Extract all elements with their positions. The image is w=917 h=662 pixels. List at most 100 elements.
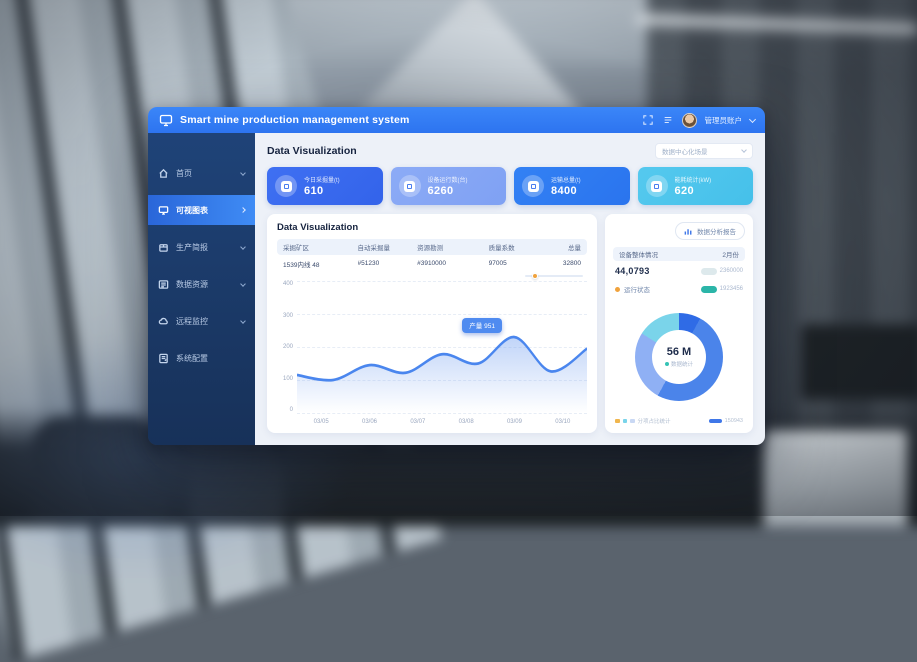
column-header: 自动采掘量: [358, 242, 418, 252]
summary-header-right: 2月份: [722, 249, 739, 259]
capsule-badge: [701, 268, 717, 275]
username-label[interactable]: 管理员账户: [705, 115, 743, 126]
sidebar-item-label: 可视图表: [176, 205, 234, 216]
legend-label: 分项占比统计: [638, 417, 671, 425]
stat-label: 能耗统计(kW): [675, 175, 712, 184]
bar-chart-icon: [684, 227, 693, 236]
stat-label: 运输总量(t): [551, 175, 581, 184]
monitor-icon: [158, 205, 169, 216]
main-content: Data Visualization 数据中心化场景 今日采掘量(t)610 设…: [255, 133, 765, 445]
filter-select-value: 数据中心化场景: [662, 146, 738, 156]
page-title: Data Visualization: [267, 145, 357, 157]
background-printer: [764, 431, 908, 527]
table-cell: #3910000: [417, 260, 489, 267]
sidebar-item-label: 首页: [176, 168, 234, 179]
mini-progress-slider[interactable]: [525, 273, 583, 279]
x-tick: 03/05: [314, 419, 329, 425]
summary-panel: 数据分析报告 设备整体情况 2月份 44,0793 2360000: [605, 214, 753, 433]
legend-label: 150943: [725, 418, 743, 424]
legend-swatch: [615, 419, 620, 424]
stat-card-extraction[interactable]: 今日采掘量(t)610: [267, 167, 383, 205]
cloud-icon: [158, 316, 169, 327]
toggle-badge[interactable]: [701, 286, 717, 293]
y-tick: 100: [277, 376, 293, 382]
chart-panel: Data Visualization 采掘矿区 自动采掘量 资源勘测 质量系数 …: [267, 214, 597, 433]
column-header: 质量系数: [489, 242, 537, 252]
summary-status-label: 运行状态: [624, 284, 650, 294]
table-header: 采掘矿区 自动采掘量 资源勘测 质量系数 总量: [277, 239, 587, 255]
document-edit-icon: [158, 353, 169, 364]
sidebar-item-label: 远程监控: [176, 316, 234, 327]
chevron-up-icon: [240, 207, 246, 213]
sidebar-item-home[interactable]: 首页: [148, 158, 255, 188]
fullscreen-icon[interactable]: [642, 114, 654, 126]
sidebar-item-data-resources[interactable]: 数据资源: [148, 269, 255, 299]
home-icon: [158, 168, 169, 179]
x-tick: 03/08: [459, 419, 474, 425]
notifications-icon[interactable]: [662, 114, 674, 126]
y-tick: 400: [277, 281, 293, 287]
y-tick: 200: [277, 344, 293, 350]
y-tick: 0: [277, 407, 293, 413]
x-tick: 03/10: [555, 419, 570, 425]
x-tick: 03/09: [507, 419, 522, 425]
extraction-icon: [275, 175, 297, 197]
transport-icon: [522, 175, 544, 197]
titlebar: Smart mine production management system …: [148, 107, 765, 133]
summary-header-left: 设备整体情况: [619, 249, 658, 259]
chevron-down-icon: [240, 244, 246, 250]
legend-pill-swatch: [709, 419, 722, 424]
report-button[interactable]: 数据分析报告: [675, 222, 745, 240]
sidebar-item-label: 生产简报: [176, 242, 234, 253]
summary-list-header: 设备整体情况 2月份: [613, 247, 745, 261]
legend-item-breakdown: 分项占比统计: [615, 417, 671, 425]
energy-icon: [646, 175, 668, 197]
table-cell: #51230: [358, 260, 418, 267]
summary-row-total: 44,0793 2360000: [613, 263, 745, 279]
donut-center: 56 M 数据统计: [652, 330, 706, 384]
gridline: [297, 413, 587, 414]
legend-swatch: [630, 419, 635, 424]
stat-value: 8400: [551, 185, 581, 197]
sidebar-item-visual-charts[interactable]: 可视图表: [148, 195, 255, 225]
stat-card-energy[interactable]: 能耗统计(kW)620: [638, 167, 754, 205]
column-header: 资源勘测: [417, 242, 489, 252]
user-menu-chevron-icon[interactable]: [749, 115, 756, 122]
y-tick: 300: [277, 313, 293, 319]
sidebar-item-label: 数据资源: [176, 279, 234, 290]
chart-tooltip: 产量 951: [462, 318, 502, 333]
legend-dot-icon: [665, 362, 669, 366]
column-header: 采掘矿区: [283, 242, 358, 252]
stat-card-equipment[interactable]: 设备运行数(台)6260: [391, 167, 507, 205]
stat-value: 620: [675, 185, 712, 197]
sidebar-item-remote-monitoring[interactable]: 远程监控: [148, 306, 255, 336]
stat-card-transport[interactable]: 运输总量(t)8400: [514, 167, 630, 205]
user-avatar[interactable]: [682, 113, 697, 128]
line-chart-svg: [297, 281, 587, 413]
titlebar-actions: 管理员账户: [642, 113, 756, 128]
box-icon: [158, 242, 169, 253]
sidebar-item-production-report[interactable]: 生产简报: [148, 232, 255, 262]
report-button-label: 数据分析报告: [697, 226, 736, 236]
x-tick: 03/07: [410, 419, 425, 425]
status-dot-icon: [615, 287, 620, 292]
stat-label: 设备运行数(台): [428, 175, 468, 184]
table-cell: 32800: [536, 260, 581, 267]
slider-handle[interactable]: [532, 273, 538, 279]
table-row[interactable]: 1539内线 48 #51230 #3910000 97005 32800: [277, 255, 587, 272]
summary-total-value: 44,0793: [615, 266, 650, 276]
equipment-icon: [399, 175, 421, 197]
stat-label: 今日采掘量(t): [304, 175, 340, 184]
y-axis: 400 300 200 100 0: [277, 281, 297, 425]
line-chart-plot: 产量 951: [297, 281, 587, 413]
stat-value: 6260: [428, 185, 468, 197]
sidebar: 首页 可视图表 生产简报 数据资源 远程监控: [148, 133, 255, 445]
sidebar-item-system-settings[interactable]: 系统配置: [148, 343, 255, 373]
donut-chart: 56 M 数据统计: [635, 313, 723, 401]
chevron-down-icon: [240, 281, 246, 287]
chart-panel-title: Data Visualization: [277, 222, 587, 233]
chevron-down-icon: [741, 147, 747, 153]
filter-select[interactable]: 数据中心化场景: [655, 143, 753, 159]
stat-cards: 今日采掘量(t)610 设备运行数(台)6260 运输总量(t)8400 能耗统…: [267, 167, 753, 205]
chevron-down-icon: [240, 170, 246, 176]
